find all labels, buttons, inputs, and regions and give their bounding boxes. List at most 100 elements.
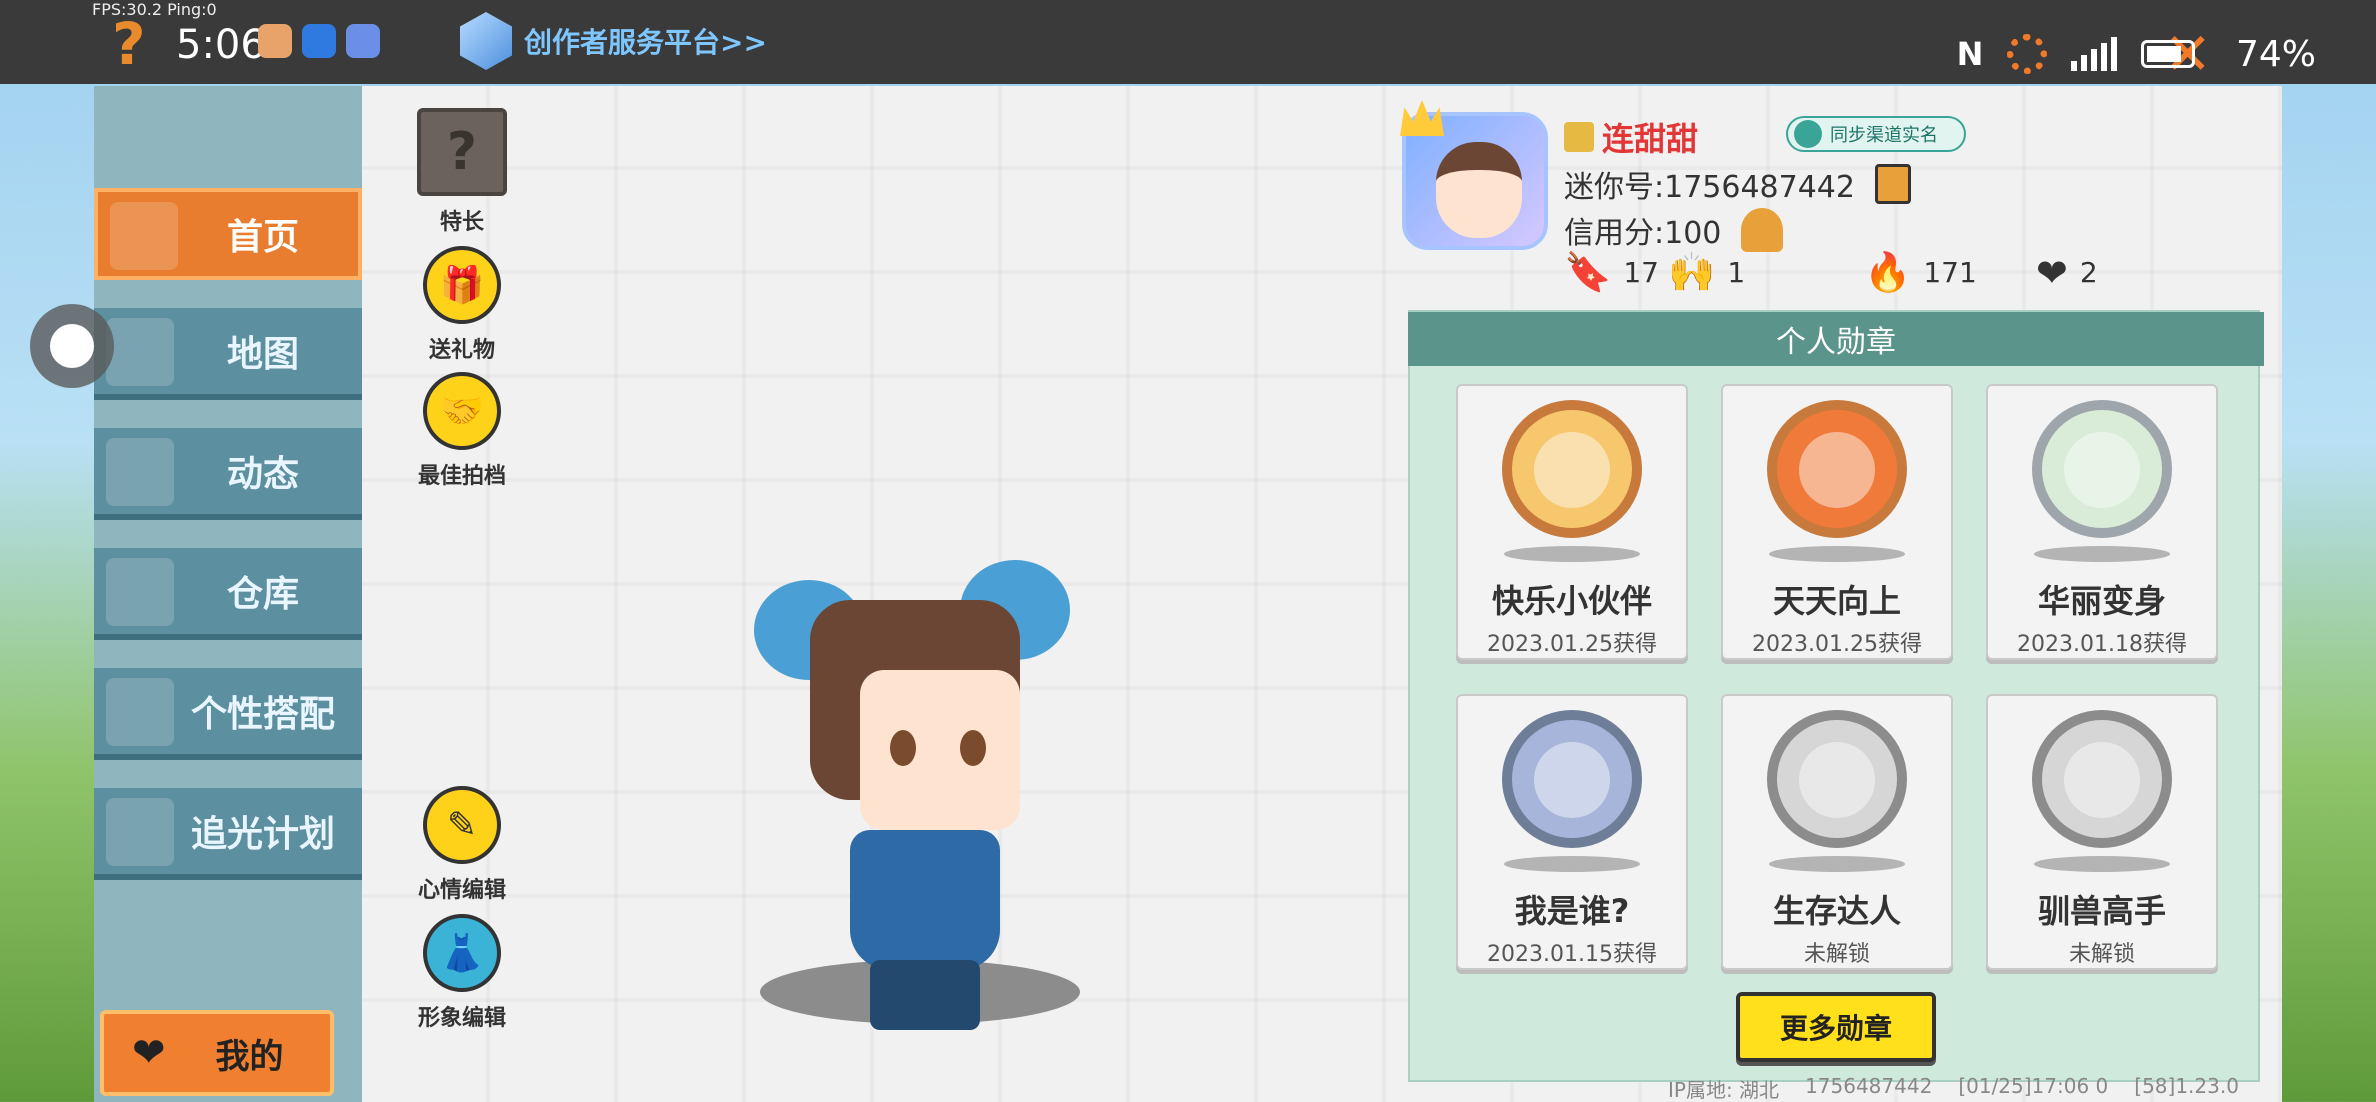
avatar-edit-label: 形象编辑: [417, 1006, 506, 1031]
medal-shadow: [2034, 546, 2170, 562]
stat-hot-value: 171: [1923, 256, 1977, 289]
fps-readout: FPS:30.2 Ping:0: [92, 0, 217, 19]
nav-item-outfit[interactable]: 个性搭配: [94, 668, 362, 760]
avatar-face: [1436, 142, 1522, 238]
best-partner-button[interactable]: 🤝 最佳拍档: [402, 372, 522, 490]
avatar-edit-button[interactable]: 👗 形象编辑: [402, 914, 522, 1032]
stat-hot[interactable]: 🔥 171: [1864, 250, 2036, 295]
nav-item-map[interactable]: 地图: [94, 308, 362, 400]
settings-gear-icon[interactable]: [2007, 34, 2048, 74]
transform-medal-icon: [2032, 400, 2172, 539]
stat-add[interactable]: 🔖 17: [1564, 250, 1664, 295]
copy-icon[interactable]: [1874, 164, 1911, 204]
stat-likes[interactable]: ❤ 2: [2036, 251, 2098, 295]
status-bar: FPS:30.2 Ping:0 ? 5:06 创作者服务平台>> N ✕ 74%: [0, 0, 2376, 88]
home-icon: [110, 202, 178, 270]
more-medals-button[interactable]: 更多勋章: [1736, 992, 1936, 1062]
stat-fans[interactable]: 🙌 1: [1668, 250, 1864, 295]
fans-icon: 🙌: [1668, 250, 1716, 294]
medal-date: 未解锁: [1803, 942, 1870, 967]
medal-card[interactable]: 华丽变身 2023.01.18获得: [1986, 384, 2218, 660]
medal-shadow: [2034, 856, 2170, 872]
my-button[interactable]: ❤ 我的: [100, 1010, 334, 1096]
specialty-button[interactable]: ? 特长: [402, 108, 522, 236]
assistive-touch-button[interactable]: [30, 304, 114, 388]
side-navigation: 首页 地图 动态 仓库 个性搭配 追光计划 ❤ 我的: [94, 86, 362, 1102]
vip-badge-icon: [1564, 122, 1594, 152]
medal-card[interactable]: 生存达人 未解锁: [1721, 694, 1953, 970]
creator-platform-link[interactable]: 创作者服务平台>>: [460, 12, 767, 70]
my-label: 我的: [215, 1036, 284, 1077]
app-icon: [302, 24, 336, 58]
nfc-icon: N: [1956, 35, 1984, 73]
realname-label: 同步渠道实名: [1830, 125, 1938, 146]
character-body: [850, 830, 1000, 970]
medal-card[interactable]: 我是谁? 2023.01.15获得: [1456, 694, 1688, 970]
cube-icon: [460, 12, 512, 70]
realname-badge[interactable]: 同步渠道实名: [1786, 116, 1966, 152]
medal-shadow: [1504, 546, 1640, 562]
medal-name: 天天向上: [1772, 582, 1901, 620]
nav-item-feed[interactable]: 动态: [94, 428, 362, 520]
nav-item-home[interactable]: 首页: [94, 188, 362, 280]
medal-shadow: [1504, 856, 1640, 872]
bookmark-add-icon: 🔖: [1564, 250, 1612, 294]
map-icon: [106, 318, 174, 386]
battery-percent: 74%: [2235, 33, 2316, 75]
heart-icon: ❤: [132, 1030, 166, 1076]
medal-date: 2023.01.15获得: [1487, 942, 1657, 967]
send-gift-button[interactable]: 🎁 送礼物: [402, 246, 522, 364]
medal-name: 快乐小伙伴: [1491, 582, 1652, 620]
battery-icon: [2141, 40, 2196, 68]
person-card-icon[interactable]: [1741, 208, 1784, 252]
footer-info: IP属地: 湖北 1756487442 [01/25]17:06 0 [58]1…: [1668, 1074, 2239, 1102]
campfire-medal-icon: [1767, 710, 1907, 849]
nav-item-label: 地图: [226, 334, 299, 375]
nav-item-label: 首页: [226, 217, 299, 258]
hearts-icon: ❤: [2036, 250, 2068, 295]
medal-card[interactable]: 天天向上 2023.01.25获得: [1721, 384, 1953, 660]
horse-medal-icon: [2032, 710, 2172, 849]
medal-name: 我是谁?: [1514, 892, 1630, 930]
nav-item-plan[interactable]: 追光计划: [94, 788, 362, 880]
plan-icon: [106, 798, 174, 866]
creator-platform-label: 创作者服务平台>>: [524, 26, 767, 59]
medal-name: 生存达人: [1772, 892, 1901, 930]
stat-likes-value: 2: [2079, 256, 2098, 289]
id-card-medal-icon: [1502, 710, 1642, 849]
character-legs: [870, 960, 980, 1030]
gift-icon: 🎁: [423, 246, 501, 324]
medal-shadow: [1769, 546, 1905, 562]
mood-edit-button[interactable]: ✎ 心情编辑: [402, 786, 522, 904]
build-time: [01/25]17:06 0: [1958, 1074, 2109, 1098]
flame-icon: 🔥: [1864, 250, 1912, 294]
nav-item-label: 动态: [226, 454, 299, 495]
medal-card[interactable]: 驯兽高手 未解锁: [1986, 694, 2218, 970]
player-character[interactable]: [754, 560, 1080, 1030]
character-face: [860, 670, 1020, 830]
name-row: 连甜甜: [1564, 114, 1698, 160]
mood-edit-label: 心情编辑: [417, 878, 506, 903]
profile-stats: 🔖 17 🙌 1 🔥 171 ❤ 2: [1564, 250, 2098, 295]
mini-id: 迷你号:1756487442: [1564, 170, 1855, 205]
outfit-icon: 👗: [423, 914, 501, 992]
medal-panel-title: 个人勋章: [1408, 312, 2264, 366]
signal-icon: [2071, 37, 2118, 71]
help-icon[interactable]: ?: [112, 10, 146, 78]
happy-partner-medal-icon: [1502, 400, 1642, 539]
handshake-icon: 🤝: [423, 372, 501, 450]
specialty-label: 特长: [439, 210, 484, 235]
edit-icon: ✎: [423, 786, 501, 864]
mini-id-row: 迷你号:1756487442: [1564, 162, 1911, 206]
version: [58]1.23.0: [2134, 1074, 2239, 1098]
send-gift-label: 送礼物: [428, 338, 495, 363]
avatar[interactable]: [1400, 100, 1548, 250]
medal-card[interactable]: 快乐小伙伴 2023.01.25获得: [1456, 384, 1688, 660]
nav-item-warehouse[interactable]: 仓库: [94, 548, 362, 640]
credit-score: 信用分:100: [1564, 216, 1722, 251]
stat-fans-value: 1: [1727, 256, 1746, 289]
character-eye: [890, 730, 916, 766]
skin-icon: [106, 678, 174, 746]
player-name: 连甜甜: [1602, 120, 1699, 158]
best-partner-label: 最佳拍档: [417, 464, 506, 489]
